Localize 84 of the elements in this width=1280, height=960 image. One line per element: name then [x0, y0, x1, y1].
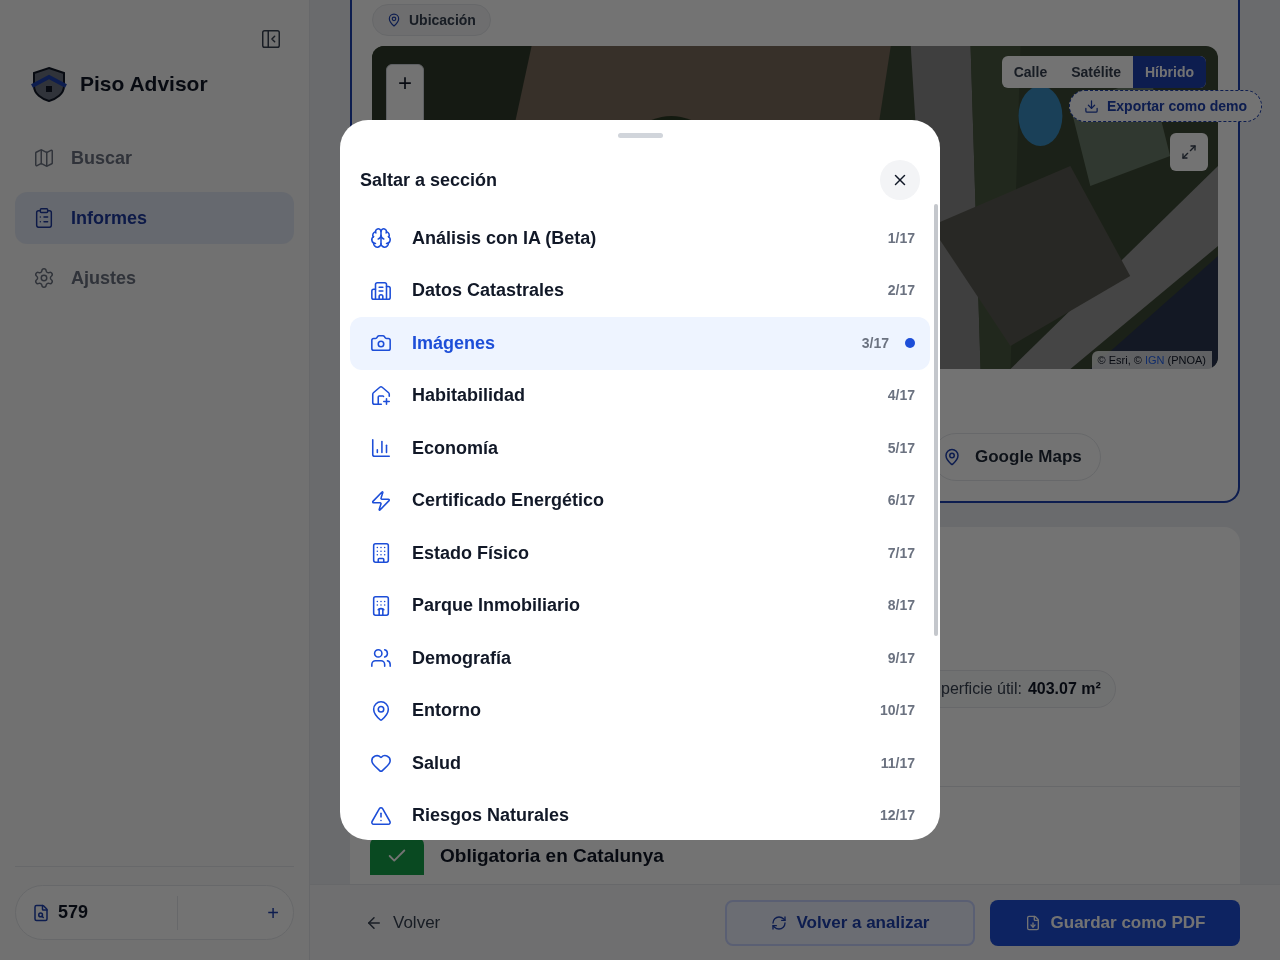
section-counter: 6/17 [887, 491, 915, 511]
save-pdf-button[interactable]: Guardar como PDF [990, 899, 1240, 946]
notice-title: Obligatoria en Catalunya [440, 843, 664, 868]
reanalyze-button[interactable]: Volver a analizar [725, 899, 975, 946]
collapse-sidebar-icon[interactable] [260, 28, 282, 50]
section-item[interactable]: Análisis con IA (Beta) 1/17 [350, 212, 930, 265]
section-item[interactable]: Estado Físico 7/17 [350, 527, 930, 580]
area-value: 403.07 m² [1027, 679, 1101, 699]
shield-logo-icon [30, 66, 68, 102]
map-pin-icon [943, 448, 961, 466]
section-label: Demografía [412, 646, 512, 670]
building-icon [370, 279, 392, 302]
section-label: Parque Inmobiliario [412, 594, 581, 618]
report-search-icon [32, 903, 50, 922]
map-pin-icon [387, 13, 401, 27]
section-item[interactable]: Parque Inmobiliario 8/17 [350, 579, 930, 632]
section-item[interactable]: Habitabilidad 4/17 [350, 369, 930, 422]
section-counter: 11/17 [880, 753, 915, 773]
nav-item[interactable]: Informes [15, 192, 294, 244]
scrollbar[interactable] [934, 204, 938, 636]
attribution-text: © Esri, © [1097, 352, 1142, 368]
section-counter: 3/17 [861, 333, 889, 353]
section-item[interactable]: Imágenes 3/17 [350, 317, 930, 370]
section-item[interactable]: Salud 11/17 [350, 737, 930, 790]
users-icon [370, 647, 392, 670]
section-counter: 1/17 [887, 228, 915, 248]
section-counter: 9/17 [887, 648, 915, 668]
section-counter: 12/17 [879, 806, 915, 826]
bar-chart-icon [370, 437, 392, 460]
map-layer-tab[interactable]: Híbrido [1133, 56, 1206, 88]
section-label: Economía [412, 436, 499, 460]
map-layer-tab[interactable]: Calle [1001, 56, 1060, 88]
attribution-text: (PNOA) [1167, 352, 1206, 368]
lightning-icon [370, 489, 392, 512]
section-item[interactable]: Riesgos Naturales 12/17 [350, 789, 930, 840]
back-button[interactable]: Volver [365, 909, 441, 936]
section-counter: 4/17 [887, 386, 915, 406]
section-counter: 7/17 [887, 543, 915, 563]
section-label: Estado Físico [412, 541, 530, 565]
section-label: Riesgos Naturales [412, 804, 570, 828]
location-badge: Ubicación [372, 4, 491, 36]
section-counter: 5/17 [887, 438, 915, 458]
section-label: Análisis con IA (Beta) [412, 226, 597, 250]
clipboard-icon [33, 207, 55, 229]
heart-icon [370, 752, 392, 775]
nav-item[interactable]: Buscar [15, 132, 294, 184]
add-credits-button[interactable]: + [265, 897, 281, 928]
attribution-link[interactable]: IGN [1144, 351, 1165, 368]
area-label: perficie útil: [941, 679, 1022, 699]
section-label: Salud [412, 751, 461, 775]
section-item[interactable]: Demografía 9/17 [350, 632, 930, 685]
expand-icon [1181, 144, 1197, 160]
settings-icon [33, 267, 55, 289]
section-label: Imágenes [412, 331, 496, 355]
section-label: Habitabilidad [412, 384, 525, 408]
section-label: Certificado Energético [412, 489, 605, 513]
section-label: Datos Catastrales [412, 279, 565, 303]
export-demo-button[interactable]: Exportar como demo [1068, 90, 1262, 122]
section-item[interactable]: Entorno 10/17 [350, 684, 930, 737]
warning-icon [370, 804, 392, 827]
section-counter: 8/17 [887, 596, 915, 616]
section-label: Entorno [412, 699, 481, 723]
download-icon [1083, 98, 1099, 114]
house-icon [370, 384, 392, 407]
map-pin-icon [370, 699, 392, 722]
nav-item[interactable]: Ajustes [15, 252, 294, 304]
credit-count: 579 [58, 901, 89, 924]
section-counter: 10/17 [879, 701, 915, 721]
close-button[interactable] [880, 160, 920, 200]
section-counter: 2/17 [887, 281, 915, 301]
dialog-title: Saltar a sección [360, 168, 498, 192]
fullscreen-button[interactable] [1170, 133, 1208, 171]
section-item[interactable]: Certificado Energético 6/17 [350, 474, 930, 527]
building-icon [370, 594, 392, 617]
building-icon [370, 542, 392, 565]
section-item[interactable]: Datos Catastrales 2/17 [350, 264, 930, 317]
brand-name: Piso Advisor [80, 71, 208, 98]
map-layer-tab[interactable]: Satélite [1059, 56, 1133, 88]
drag-handle[interactable] [617, 133, 663, 138]
file-download-icon [1024, 914, 1041, 931]
section-item[interactable]: Economía 5/17 [350, 422, 930, 475]
brain-icon [370, 227, 392, 250]
refresh-icon [770, 914, 787, 931]
map-icon [33, 147, 55, 169]
